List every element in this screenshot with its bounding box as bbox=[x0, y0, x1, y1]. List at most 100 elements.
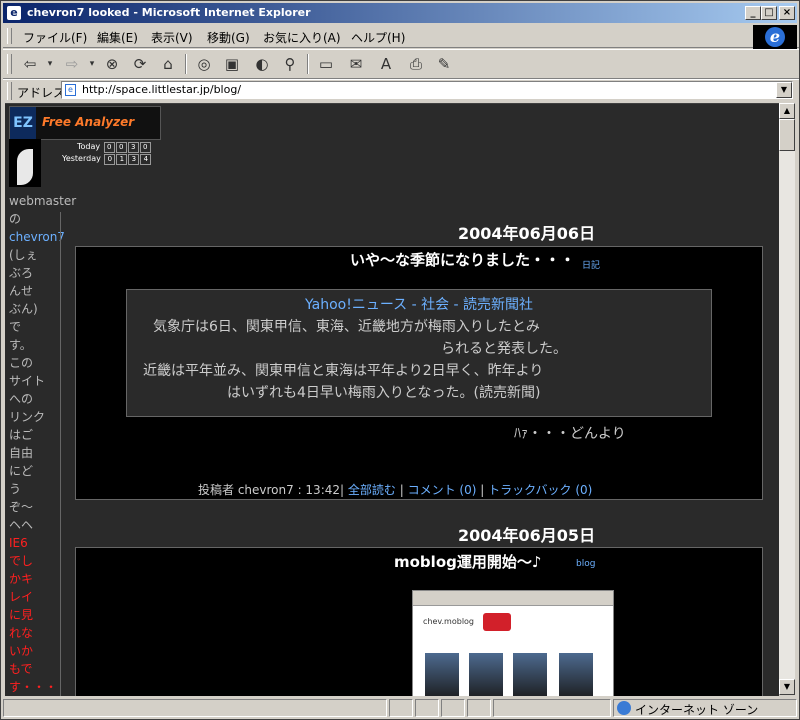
scroll-up-icon[interactable]: ▲ bbox=[779, 103, 795, 119]
post-category-link[interactable]: 日記 bbox=[582, 258, 600, 271]
post-comment-text: ﾊｧ・・・どんより bbox=[514, 426, 626, 442]
font-icon[interactable]: A bbox=[375, 54, 397, 74]
search-icon[interactable]: ◎ bbox=[193, 54, 215, 74]
post-date: 2004年06月06日 bbox=[458, 224, 596, 243]
scroll-thumb[interactable] bbox=[779, 119, 795, 151]
home-icon[interactable]: ⌂ bbox=[157, 54, 179, 74]
footer-separator: | bbox=[480, 483, 485, 497]
address-input[interactable]: e http://space.littlestar.jp/blog/ ▼ bbox=[61, 81, 793, 99]
counter-today: Today 0030 bbox=[77, 142, 151, 153]
post-title: いや～な季節になりました・・・ bbox=[350, 251, 576, 269]
favorites-icon[interactable]: ▣ bbox=[221, 54, 243, 74]
vertical-scrollbar[interactable]: ▲ ▼ bbox=[779, 103, 795, 695]
read-all-link[interactable]: 全部読む bbox=[348, 483, 396, 497]
sidebar-text: で bbox=[9, 320, 22, 334]
status-panel bbox=[389, 699, 413, 717]
quote-source-link[interactable]: Yahoo!ニュース - 社会 - 読売新聞社 bbox=[305, 294, 533, 314]
sidebar-text: 自由 bbox=[9, 446, 34, 460]
sidebar-note: いか bbox=[9, 644, 34, 658]
sidebar-note: に見 bbox=[9, 608, 34, 622]
counter-digit: 0 bbox=[115, 142, 127, 153]
counter-digit: 3 bbox=[127, 142, 139, 153]
sidebar-note: す・・・ bbox=[9, 680, 58, 694]
sidebar-text: はご bbox=[9, 428, 34, 442]
quote-text: 近畿は平年並み、関東甲信と東海は平年より2日早く、昨年より bbox=[143, 363, 544, 379]
toolbar-separator bbox=[307, 54, 309, 74]
menu-favorites[interactable]: お気に入り(A) bbox=[263, 29, 341, 46]
post-footer: 投稿者 chevron7 : 13:42| 全部読む | コメント (0) | … bbox=[198, 481, 592, 498]
footer-separator: | bbox=[399, 483, 404, 497]
sidebar-text: ぶん) bbox=[9, 302, 38, 316]
post-screenshot-image[interactable]: chev.moblog bbox=[412, 590, 614, 696]
menu-file[interactable]: ファイル(F) bbox=[23, 29, 87, 46]
counter-digit: 0 bbox=[103, 142, 115, 153]
title-bar[interactable]: e chevron7 looked - Microsoft Internet E… bbox=[3, 3, 797, 23]
post-date: 2004年06月05日 bbox=[458, 526, 596, 545]
sidebar-text: への bbox=[9, 392, 34, 406]
sidebar-note: IE6 bbox=[9, 536, 28, 550]
edit-icon[interactable]: ✎ bbox=[433, 54, 455, 74]
sidebar-text: この bbox=[9, 356, 34, 370]
page-icon: e bbox=[65, 84, 76, 96]
sidebar-text: の bbox=[9, 212, 22, 226]
counter-digit: 0 bbox=[104, 154, 116, 165]
fullscreen-icon[interactable]: ▭ bbox=[315, 54, 337, 74]
post-entry: moblog運用開始～♪ blog chev.moblog bbox=[75, 547, 763, 696]
menu-edit[interactable]: 編集(E) bbox=[97, 29, 138, 46]
sidebar-text: (しぇ bbox=[9, 248, 38, 262]
counter-brand-left: EZ bbox=[10, 107, 36, 139]
minimize-button[interactable]: _ bbox=[745, 6, 761, 20]
maximize-button[interactable]: □ bbox=[761, 6, 777, 20]
menu-help[interactable]: ヘルプ(H) bbox=[351, 29, 405, 46]
window-title: chevron7 looked - Microsoft Internet Exp… bbox=[27, 6, 311, 19]
avatar bbox=[9, 139, 41, 187]
sidebar-divider bbox=[60, 212, 61, 696]
menu-go[interactable]: 移動(G) bbox=[207, 29, 250, 46]
sidebar-text: う bbox=[9, 482, 22, 496]
menu-view[interactable]: 表示(V) bbox=[151, 29, 193, 46]
counter-brand-right: Free Analyzer bbox=[42, 115, 135, 129]
refresh-icon[interactable]: ⟳ bbox=[129, 54, 151, 74]
page-viewport: EZ Free Analyzer Today 0030 Yesterday 01… bbox=[5, 103, 779, 696]
forward-dropdown-icon[interactable]: ▾ bbox=[81, 54, 103, 74]
history-icon[interactable]: ◐ bbox=[251, 54, 273, 74]
address-dropdown-icon[interactable]: ▼ bbox=[776, 82, 792, 98]
sidebar-note: でし bbox=[9, 554, 34, 568]
sidebar-text: んせ bbox=[9, 284, 34, 298]
counter-digit: 3 bbox=[128, 154, 140, 165]
mail-icon[interactable]: ✉ bbox=[345, 54, 367, 74]
counter-yesterday: Yesterday 0134 bbox=[62, 154, 152, 165]
channels-icon[interactable]: ⚲ bbox=[279, 54, 301, 74]
sidebar-text: webmaster bbox=[9, 194, 77, 208]
avatar-figure bbox=[17, 149, 33, 185]
screenshot-thumbnail bbox=[469, 653, 503, 696]
sidebar-author-link[interactable]: chevron7 bbox=[9, 228, 65, 246]
address-grip bbox=[7, 82, 12, 100]
back-dropdown-icon[interactable]: ▾ bbox=[39, 54, 61, 74]
address-url[interactable]: http://space.littlestar.jp/blog/ bbox=[82, 83, 241, 96]
status-panel bbox=[493, 699, 611, 717]
access-counter-badge[interactable]: EZ Free Analyzer bbox=[9, 106, 161, 140]
status-panel bbox=[467, 699, 491, 717]
menu-grip bbox=[7, 28, 12, 44]
status-panel bbox=[441, 699, 465, 717]
close-button[interactable]: × bbox=[779, 6, 795, 20]
post-title: moblog運用開始～♪ bbox=[394, 553, 542, 571]
quote-text: 気象庁は6日、関東甲信、東海、近畿地方が梅雨入りしたとみ bbox=[153, 319, 540, 335]
sidebar-note: レイ bbox=[9, 590, 34, 604]
standard-toolbar: ⇦ ▾ ⇨ ▾ ⊗ ⟳ ⌂ ◎ ▣ ◐ ⚲ ▭ ✉ A ⎙ ✎ bbox=[3, 49, 799, 79]
address-bar: アドレス e http://space.littlestar.jp/blog/ … bbox=[3, 79, 799, 102]
trackback-link[interactable]: トラックバック (0) bbox=[488, 483, 592, 497]
comments-link[interactable]: コメント (0) bbox=[408, 483, 477, 497]
scroll-down-icon[interactable]: ▼ bbox=[779, 679, 795, 695]
screenshot-thumbnail bbox=[425, 653, 459, 696]
status-zone: インターネット ゾーン bbox=[635, 703, 759, 717]
post-category-link[interactable]: blog bbox=[576, 559, 595, 569]
sidebar-text: す。 bbox=[9, 338, 32, 352]
stop-icon[interactable]: ⊗ bbox=[101, 54, 123, 74]
forward-icon[interactable]: ⇨ bbox=[61, 54, 83, 74]
screenshot-phone bbox=[483, 613, 511, 631]
print-icon[interactable]: ⎙ bbox=[405, 54, 427, 74]
post-entry: いや～な季節になりました・・・ 日記 Yahoo!ニュース - 社会 - 読売新… bbox=[75, 246, 763, 500]
back-icon[interactable]: ⇦ bbox=[19, 54, 41, 74]
